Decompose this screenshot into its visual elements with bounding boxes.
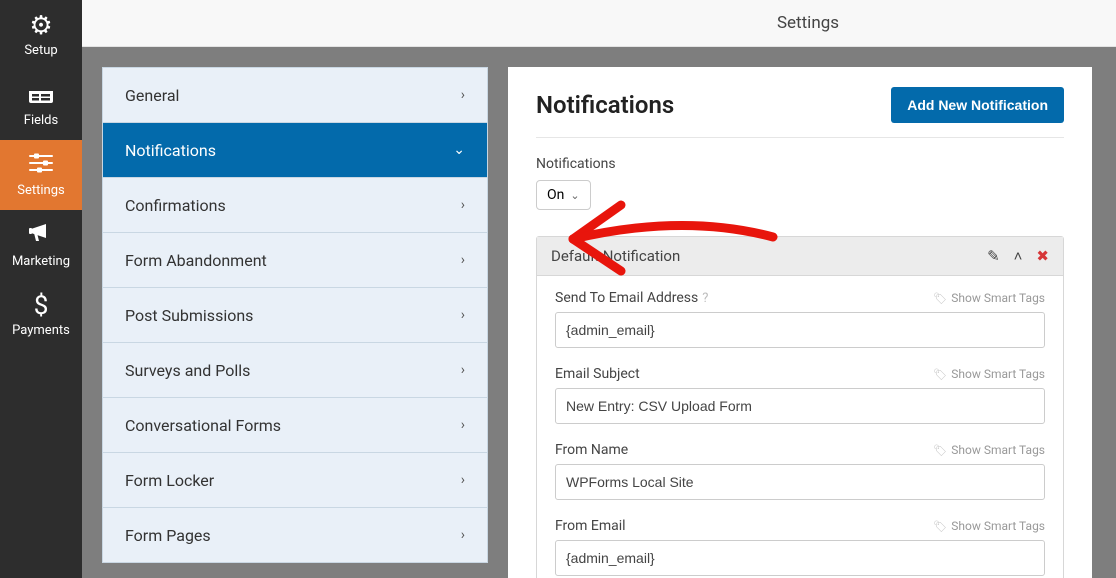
rail-item-label: Fields	[24, 113, 58, 128]
settings-item-post-submissions[interactable]: Post Submissions ›	[103, 288, 487, 343]
card-actions: ✎ ˄ ✖	[987, 247, 1049, 265]
panel: Notifications Add New Notification Notif…	[508, 67, 1092, 578]
chevron-down-icon: ⌄	[570, 189, 579, 202]
field-label: From Email	[555, 518, 626, 534]
panel-header: Notifications Add New Notification	[536, 87, 1064, 138]
add-notification-button[interactable]: Add New Notification	[891, 87, 1064, 123]
field-input[interactable]	[555, 540, 1045, 576]
field-label: Email Subject	[555, 366, 640, 382]
card-title: Default Notification	[551, 247, 680, 265]
settings-item-label: Surveys and Polls	[125, 361, 250, 380]
card-header: Default Notification ✎ ˄ ✖	[537, 237, 1063, 276]
settings-item-notifications[interactable]: Notifications ⌄	[103, 123, 487, 178]
chevron-right-icon: ›	[461, 417, 465, 433]
field-label: From Name	[555, 442, 628, 458]
settings-item-general[interactable]: General ›	[103, 68, 487, 123]
settings-item-form-abandonment[interactable]: Form Abandonment ›	[103, 233, 487, 288]
notifications-toggle-value: On	[547, 187, 564, 203]
show-smart-tags-link[interactable]: Show Smart Tags	[933, 443, 1045, 457]
rail-item-label: Marketing	[12, 254, 70, 269]
settings-item-label: Confirmations	[125, 196, 226, 215]
rail-item-label: Payments	[12, 323, 70, 338]
setup-icon: ⚙	[29, 13, 52, 39]
show-smart-tags-link[interactable]: Show Smart Tags	[933, 291, 1045, 305]
settings-item-confirmations[interactable]: Confirmations ›	[103, 178, 487, 233]
rail-item-marketing[interactable]: Marketing	[0, 210, 82, 280]
show-smart-tags-link[interactable]: Show Smart Tags	[933, 519, 1045, 533]
panel-title: Notifications	[536, 91, 674, 119]
field-label-row: From Email Show Smart Tags	[555, 518, 1045, 534]
notifications-toggle-label: Notifications	[536, 156, 1064, 172]
settings-item-label: Form Pages	[125, 526, 211, 545]
settings-item-label: Notifications	[125, 141, 216, 160]
card-body: Send To Email Address?Show Smart TagsEma…	[537, 276, 1063, 578]
settings-list: General›Notifications⌄Confirmations›Form…	[102, 67, 488, 563]
settings-item-conversational-forms[interactable]: Conversational Forms ›	[103, 398, 487, 453]
field-label-row: Email Subject Show Smart Tags	[555, 366, 1045, 382]
delete-icon[interactable]: ✖	[1036, 247, 1049, 265]
settings-item-label: Post Submissions	[125, 306, 253, 325]
chevron-right-icon: ›	[461, 527, 465, 543]
settings-item-label: Conversational Forms	[125, 416, 281, 435]
chevron-right-icon: ›	[461, 87, 465, 103]
edit-icon[interactable]: ✎	[987, 247, 1000, 265]
topbar-title: Settings	[777, 13, 839, 33]
settings-item-label: Form Abandonment	[125, 251, 267, 270]
topbar-left	[82, 0, 500, 47]
rail-item-fields[interactable]: Fields	[0, 70, 82, 140]
rail-item-label: Settings	[17, 183, 64, 198]
content-column: Settings Notifications Add New Notificat…	[500, 0, 1116, 578]
show-smart-tags-link[interactable]: Show Smart Tags	[933, 367, 1045, 381]
settings-item-surveys-and-polls[interactable]: Surveys and Polls ›	[103, 343, 487, 398]
settings-item-label: General	[125, 86, 179, 105]
settings-item-form-locker[interactable]: Form Locker ›	[103, 453, 487, 508]
settings-column: General›Notifications⌄Confirmations›Form…	[82, 0, 500, 578]
field-from-email: From Email Show Smart Tags	[555, 518, 1045, 576]
rail-item-payments[interactable]: $ Payments	[0, 280, 82, 350]
field-input[interactable]	[555, 312, 1045, 348]
field-input[interactable]	[555, 464, 1045, 500]
field-email-subject: Email Subject Show Smart Tags	[555, 366, 1045, 424]
notification-card: Default Notification ✎ ˄ ✖ Send To Email…	[536, 236, 1064, 578]
collapse-icon[interactable]: ˄	[1014, 247, 1023, 265]
settings-item-form-pages[interactable]: Form Pages ›	[103, 508, 487, 562]
chevron-right-icon: ›	[461, 197, 465, 213]
field-label-row: Send To Email Address? Show Smart Tags	[555, 290, 1045, 306]
rail-item-label: Setup	[24, 43, 57, 58]
notifications-toggle[interactable]: On ⌄	[536, 180, 591, 210]
field-from-name: From Name Show Smart Tags	[555, 442, 1045, 500]
fields-icon	[28, 83, 54, 109]
settings-item-label: Form Locker	[125, 471, 214, 490]
settings-icon	[28, 152, 54, 179]
marketing-icon	[28, 221, 54, 250]
left-rail: ⚙ Setup Fields Settings Marketing $ Payments	[0, 0, 82, 578]
field-label-row: From Name Show Smart Tags	[555, 442, 1045, 458]
topbar: Settings	[500, 0, 1116, 47]
rail-item-setup[interactable]: ⚙ Setup	[0, 0, 82, 70]
chevron-right-icon: ›	[461, 307, 465, 323]
chevron-down-icon: ⌄	[453, 142, 465, 158]
chevron-right-icon: ›	[461, 362, 465, 378]
field-send-to-email-address: Send To Email Address? Show Smart Tags	[555, 290, 1045, 348]
chevron-right-icon: ›	[461, 252, 465, 268]
help-icon[interactable]: ?	[702, 291, 708, 306]
field-input[interactable]	[555, 388, 1045, 424]
payments-icon: $	[34, 293, 49, 319]
rail-item-settings[interactable]: Settings	[0, 140, 82, 210]
chevron-right-icon: ›	[461, 472, 465, 488]
field-label: Send To Email Address?	[555, 290, 708, 306]
